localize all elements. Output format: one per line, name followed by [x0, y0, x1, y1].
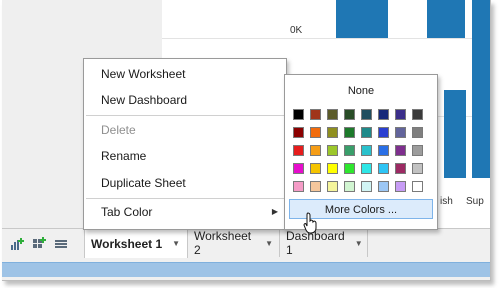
color-swatch[interactable]	[412, 163, 423, 174]
x-axis-label: Sup	[466, 196, 484, 207]
color-swatch[interactable]	[412, 181, 423, 192]
chart-bar	[444, 90, 466, 178]
color-swatch[interactable]	[378, 109, 389, 120]
menu-item-new-dashboard[interactable]: New Dashboard	[84, 87, 286, 113]
new-worksheet-icon[interactable]	[10, 237, 24, 251]
color-swatch[interactable]	[361, 163, 372, 174]
color-swatch[interactable]	[361, 181, 372, 192]
sheet-context-menu: New Worksheet New Dashboard Delete Renam…	[83, 58, 287, 230]
tab-color-palette: None More Colors ...	[284, 74, 438, 230]
color-swatch[interactable]	[378, 145, 389, 156]
status-bar-stripe	[2, 262, 490, 277]
color-swatch[interactable]	[412, 127, 423, 138]
color-swatch[interactable]	[395, 109, 406, 120]
menu-separator	[86, 115, 284, 116]
color-swatch[interactable]	[344, 181, 355, 192]
chevron-right-icon: ▶	[271, 207, 278, 216]
color-swatch[interactable]	[310, 163, 321, 174]
menu-item-rename[interactable]: Rename	[84, 143, 286, 169]
color-swatch[interactable]	[412, 145, 423, 156]
chevron-down-icon[interactable]: ▼	[265, 239, 273, 248]
chart-gridline	[162, 38, 490, 39]
color-swatch[interactable]	[327, 109, 338, 120]
chevron-down-icon[interactable]: ▼	[172, 239, 180, 248]
chart-bar	[427, 0, 465, 38]
color-swatch[interactable]	[327, 181, 338, 192]
tab-worksheet-2[interactable]: Worksheet 2 ▼	[188, 229, 280, 257]
color-swatch[interactable]	[378, 181, 389, 192]
color-swatch[interactable]	[293, 181, 304, 192]
color-swatch[interactable]	[395, 181, 406, 192]
tab-label: Worksheet 2	[194, 229, 252, 257]
color-swatch[interactable]	[344, 145, 355, 156]
color-swatch[interactable]	[395, 163, 406, 174]
color-swatch[interactable]	[361, 109, 372, 120]
color-swatch[interactable]	[327, 163, 338, 174]
color-swatch[interactable]	[293, 145, 304, 156]
menu-item-tab-color[interactable]: Tab Color ▶	[84, 199, 286, 225]
color-swatch[interactable]	[361, 127, 372, 138]
menu-item-label: Tab Color	[101, 205, 153, 219]
color-swatch[interactable]	[344, 163, 355, 174]
color-swatch[interactable]	[310, 127, 321, 138]
sheet-tab-bar: Worksheet 1 ▼ Worksheet 2 ▼ Dashboard 1 …	[2, 228, 490, 259]
mouse-cursor-icon	[303, 212, 319, 234]
menu-item-duplicate-sheet[interactable]: Duplicate Sheet	[84, 170, 286, 196]
color-swatch[interactable]	[293, 127, 304, 138]
color-swatch[interactable]	[293, 163, 304, 174]
new-dashboard-icon[interactable]	[32, 237, 46, 251]
color-swatch[interactable]	[395, 145, 406, 156]
color-swatch[interactable]	[344, 127, 355, 138]
color-none-option[interactable]: None	[285, 85, 437, 97]
color-swatch[interactable]	[412, 109, 423, 120]
menu-item-new-worksheet[interactable]: New Worksheet	[84, 61, 286, 87]
color-swatch[interactable]	[344, 109, 355, 120]
color-swatch[interactable]	[293, 109, 304, 120]
tab-worksheet-1[interactable]: Worksheet 1 ▼	[84, 229, 188, 258]
color-swatch[interactable]	[310, 109, 321, 120]
color-swatch[interactable]	[378, 163, 389, 174]
color-swatch[interactable]	[395, 127, 406, 138]
x-axis-label: ish	[440, 196, 453, 207]
tab-label: Worksheet 1	[91, 236, 163, 251]
color-swatch[interactable]	[378, 127, 389, 138]
color-swatch[interactable]	[310, 145, 321, 156]
color-swatch[interactable]	[327, 145, 338, 156]
chart-bar	[472, 0, 490, 178]
new-story-icon[interactable]	[54, 237, 68, 251]
menu-item-delete: Delete	[101, 123, 136, 137]
color-swatch[interactable]	[310, 181, 321, 192]
chevron-down-icon[interactable]: ▼	[355, 239, 363, 248]
color-swatch[interactable]	[327, 127, 338, 138]
chart-bar	[336, 0, 388, 38]
color-swatch[interactable]	[361, 145, 372, 156]
status-bar	[2, 258, 490, 280]
tab-dashboard-1[interactable]: Dashboard 1 ▼	[280, 229, 368, 257]
axis-tick-label: 0K	[290, 25, 303, 36]
